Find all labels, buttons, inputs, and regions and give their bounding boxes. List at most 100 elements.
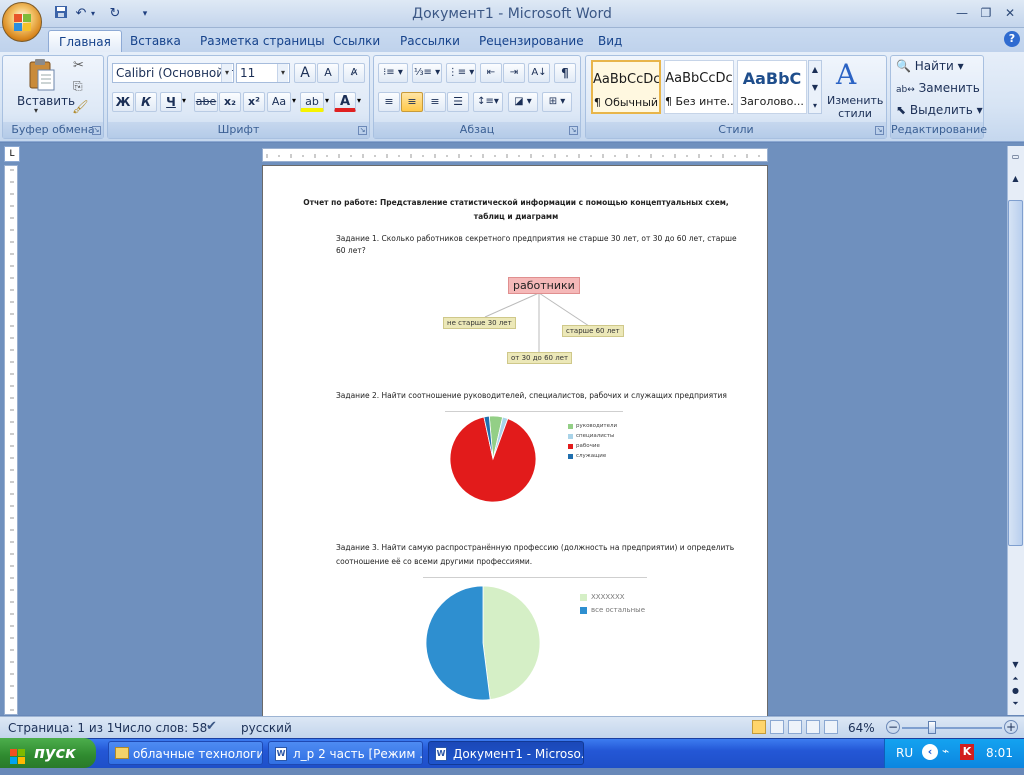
subscript-button[interactable]: x₂ — [219, 92, 241, 112]
mindmap-node[interactable]: старше 60 лет — [562, 325, 624, 337]
paste-dropdown-icon[interactable]: ▾ — [34, 106, 38, 115]
style-normal[interactable]: AaBbCcDc ¶ Обычный — [591, 60, 661, 114]
pie-slice-все остальные[interactable] — [425, 585, 491, 701]
clear-formatting-icon[interactable]: A̷ — [343, 63, 365, 83]
font-color-dropdown-icon[interactable]: ▾ — [357, 96, 361, 105]
dialog-launcher-icon[interactable]: ↘ — [358, 126, 367, 135]
zoom-in-icon[interactable]: + — [1004, 720, 1018, 734]
italic-button[interactable]: К — [135, 92, 157, 112]
align-right-icon[interactable]: ≡ — [424, 92, 446, 112]
paste-button[interactable]: Вставить — [17, 94, 75, 108]
outline-view-icon[interactable] — [806, 720, 820, 734]
mindmap-node[interactable]: от 30 до 60 лет — [507, 352, 573, 364]
zoom-out-icon[interactable]: − — [886, 720, 900, 734]
zoom-slider-thumb[interactable] — [928, 721, 936, 734]
grow-font-button[interactable]: A — [294, 63, 316, 83]
start-button[interactable]: пуск — [0, 738, 96, 768]
close-button[interactable]: ✕ — [998, 4, 1022, 22]
tab-page-layout[interactable]: Разметка страницы — [190, 30, 335, 52]
highlight-dropdown-icon[interactable]: ▾ — [325, 96, 329, 105]
status-language[interactable]: русский — [241, 721, 292, 735]
tab-insert[interactable]: Вставка — [120, 30, 191, 52]
minimize-button[interactable]: — — [950, 4, 974, 22]
proofing-icon[interactable]: ✔ — [206, 719, 217, 734]
tray-language[interactable]: RU — [896, 746, 913, 760]
status-page[interactable]: Страница: 1 из 1 — [8, 721, 114, 735]
change-case-dropdown-icon[interactable]: ▾ — [292, 96, 296, 105]
justify-icon[interactable]: ☰ — [447, 92, 469, 112]
tab-home[interactable]: Главная — [48, 30, 122, 52]
chevron-down-icon[interactable]: ▾ — [221, 64, 232, 82]
taskbar-item-word-active[interactable]: W Документ1 - Microso... — [428, 741, 584, 765]
select-browse-object-icon[interactable]: ● — [1008, 684, 1023, 698]
align-left-icon[interactable]: ≡ — [378, 92, 400, 112]
paste-icon[interactable] — [24, 58, 62, 94]
numbering-icon[interactable]: ⅓≡ ▾ — [412, 63, 442, 83]
mindmap-root[interactable]: работники — [508, 277, 580, 294]
taskbar-item-word-doc[interactable]: W л_р 2 часть [Режим ... — [268, 741, 423, 765]
dialog-launcher-icon[interactable]: ↘ — [569, 126, 578, 135]
shrink-font-button[interactable]: A — [317, 63, 339, 83]
antivirus-icon[interactable]: K — [960, 744, 974, 760]
change-case-button[interactable]: Aa — [267, 92, 291, 112]
bullets-icon[interactable]: ⁝≡ ▾ — [378, 63, 408, 83]
tray-network-icon[interactable]: ⌁ — [942, 744, 956, 760]
decrease-indent-icon[interactable]: ⇤ — [480, 63, 502, 83]
office-button[interactable] — [2, 2, 42, 42]
tray-collapse-icon[interactable]: ‹ — [922, 744, 938, 760]
style-heading[interactable]: AaBbC Заголово... — [737, 60, 807, 114]
ruler-toggle-icon[interactable]: ▭ — [1008, 150, 1023, 164]
show-marks-button[interactable]: ¶ — [554, 63, 576, 83]
font-color-icon[interactable]: A — [334, 92, 356, 112]
help-icon[interactable]: ? — [1004, 31, 1020, 47]
style-no-spacing[interactable]: AaBbCcDc ¶ Без инте... — [664, 60, 734, 114]
styles-scroll[interactable]: ▲ ▼ ▾ — [808, 60, 822, 114]
line-spacing-icon[interactable]: ↕≡▾ — [473, 92, 503, 112]
replace-button[interactable]: ab↔ Заменить — [896, 78, 980, 98]
tab-view[interactable]: Вид — [588, 30, 632, 52]
scroll-down-icon[interactable]: ▼ — [1008, 658, 1023, 672]
chevron-down-icon[interactable]: ▾ — [277, 64, 288, 82]
status-word-count[interactable]: Число слов: 58 — [114, 721, 207, 735]
select-button[interactable]: ⬉ Выделить ▾ — [896, 100, 983, 120]
web-layout-view-icon[interactable] — [788, 720, 802, 734]
cut-icon[interactable]: ✂ — [73, 58, 84, 73]
scroll-thumb[interactable] — [1008, 200, 1023, 546]
strikethrough-button[interactable]: abe — [194, 92, 218, 112]
find-button[interactable]: 🔍 Найти ▾ — [896, 56, 964, 76]
tab-references[interactable]: Ссылки — [323, 30, 390, 52]
mindmap-node[interactable]: не старше 30 лет — [443, 317, 516, 329]
pie-slice-XXXXXXX[interactable] — [482, 585, 541, 700]
restore-button[interactable]: ❐ — [974, 4, 998, 22]
highlight-icon[interactable]: ab — [300, 92, 324, 112]
vertical-ruler[interactable] — [4, 165, 18, 715]
underline-button[interactable]: Ч — [160, 92, 182, 112]
tab-review[interactable]: Рецензирование — [469, 30, 594, 52]
draft-view-icon[interactable] — [824, 720, 838, 734]
font-size-combo[interactable]: 11 ▾ — [236, 63, 290, 83]
pie-chart-1[interactable] — [443, 414, 623, 514]
format-painter-icon[interactable]: 🖌 — [72, 100, 89, 115]
font-name-combo[interactable]: Calibri (Основной те ▾ — [112, 63, 234, 83]
document-page[interactable]: Отчет по работе: Представление статистич… — [262, 165, 768, 725]
zoom-level[interactable]: 64% — [848, 721, 875, 735]
align-center-icon[interactable]: ≡ — [401, 92, 423, 112]
change-styles-button[interactable]: Изменить стили — [827, 94, 883, 120]
tab-selector-icon[interactable]: L — [4, 146, 20, 162]
borders-icon[interactable]: ⊞ ▾ — [542, 92, 572, 112]
superscript-button[interactable]: x² — [243, 92, 265, 112]
change-styles-icon[interactable]: A — [836, 58, 856, 91]
copy-icon[interactable]: ⎘ — [73, 79, 83, 94]
next-page-icon[interactable]: ⏷ — [1008, 697, 1023, 711]
multilevel-list-icon[interactable]: ⋮≡ ▾ — [446, 63, 476, 83]
dialog-launcher-icon[interactable]: ↘ — [92, 126, 101, 135]
zoom-slider[interactable] — [902, 727, 1002, 729]
underline-dropdown-icon[interactable]: ▾ — [182, 96, 186, 105]
sort-icon[interactable]: A↓ — [528, 63, 550, 83]
increase-indent-icon[interactable]: ⇥ — [503, 63, 525, 83]
full-screen-reading-view-icon[interactable] — [770, 720, 784, 734]
tab-mailings[interactable]: Рассылки — [390, 30, 470, 52]
print-layout-view-icon[interactable] — [752, 720, 766, 734]
shading-icon[interactable]: ◪ ▾ — [508, 92, 538, 112]
horizontal-ruler[interactable] — [262, 148, 768, 162]
